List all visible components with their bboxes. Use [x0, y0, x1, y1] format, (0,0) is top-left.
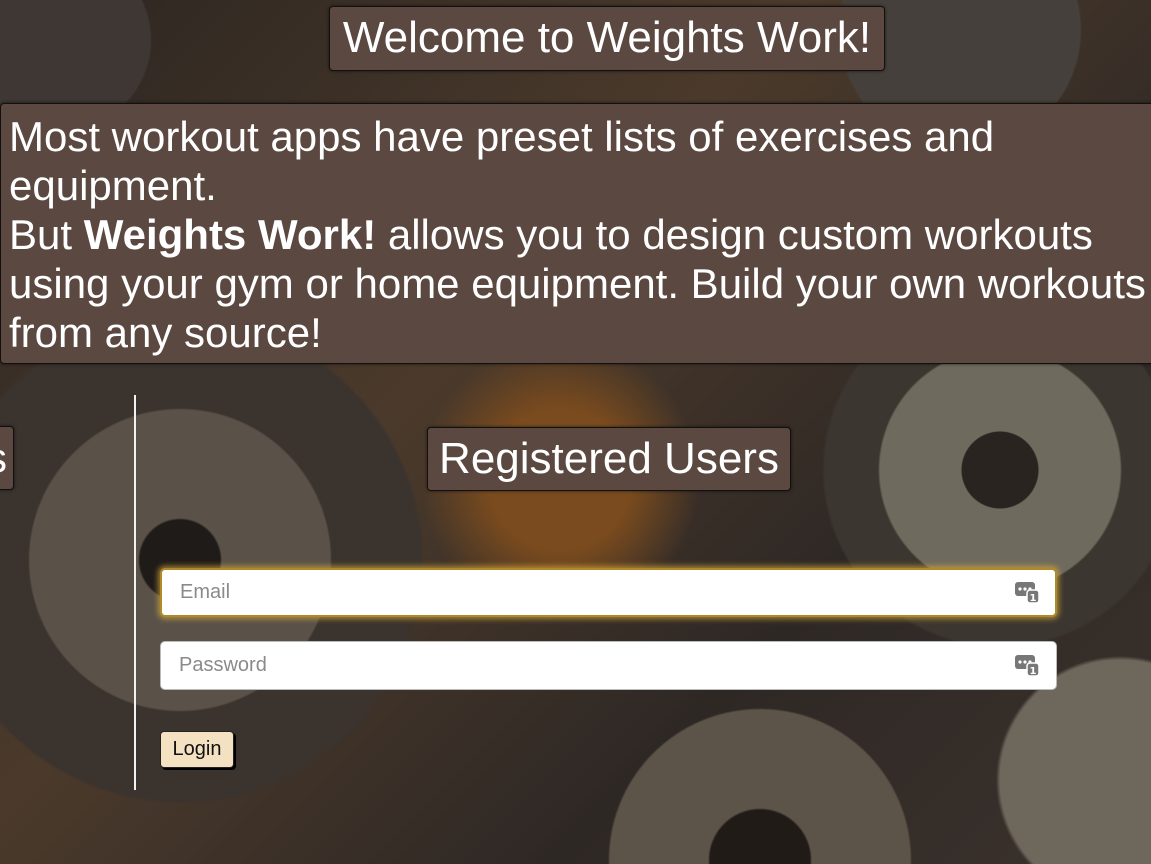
password-input[interactable]	[160, 641, 1057, 690]
intro-line-2-prefix: But	[9, 211, 84, 258]
svg-text:1: 1	[1030, 666, 1037, 677]
login-button[interactable]: Login	[160, 731, 234, 768]
intro-line-1: Most workout apps have preset lists of e…	[9, 113, 995, 209]
password-manager-key-icon[interactable]: 1	[1014, 653, 1040, 677]
email-input[interactable]	[160, 568, 1057, 617]
intro-line-2: But Weights Work! allows you to design c…	[9, 210, 1151, 357]
column-divider	[134, 395, 136, 790]
app-name: Weights Work!	[83, 211, 377, 258]
welcome-title: Welcome to Weights Work!	[329, 6, 885, 71]
svg-text:1: 1	[1030, 593, 1037, 604]
intro-description: Most workout apps have preset lists of e…	[0, 103, 1151, 364]
left-section-title: s	[0, 426, 14, 490]
registered-users-title: Registered Users	[427, 427, 791, 491]
password-manager-key-icon[interactable]: 1	[1014, 580, 1040, 604]
